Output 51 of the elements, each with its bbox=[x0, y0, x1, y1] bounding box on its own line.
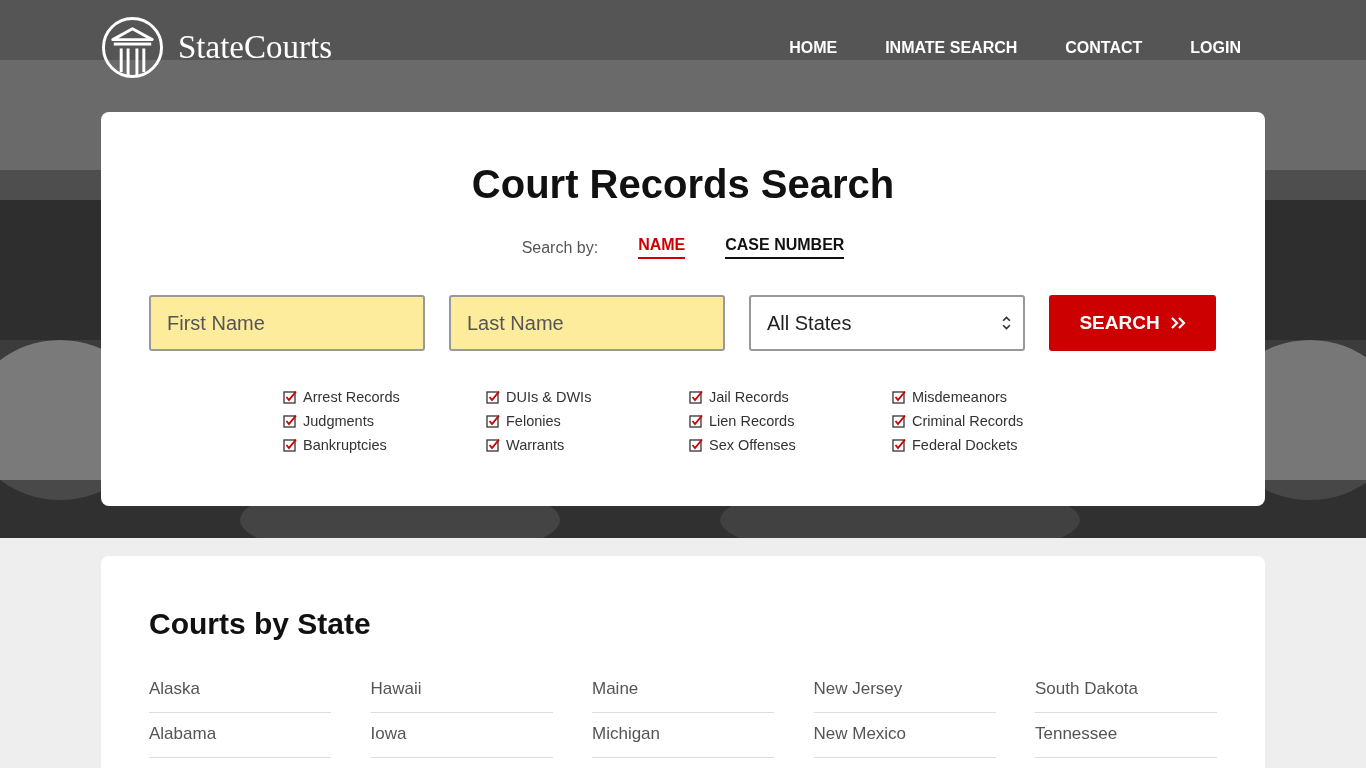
name-input-field[interactable]: Last Name bbox=[449, 295, 725, 351]
name-input-field[interactable]: First Name bbox=[149, 295, 425, 351]
nav-link[interactable]: LOGIN bbox=[1190, 38, 1241, 58]
record-type-label: Sex Offenses bbox=[709, 437, 796, 453]
state-link[interactable]: Tennessee bbox=[1035, 713, 1217, 758]
checkbox-icon[interactable] bbox=[486, 414, 500, 428]
double-chevron-icon bbox=[1169, 316, 1186, 330]
state-link[interactable]: Hawaii bbox=[370, 668, 553, 713]
record-type-label: Jail Records bbox=[709, 389, 789, 405]
record-type-label: Bankruptcies bbox=[303, 437, 387, 453]
checkbox-icon[interactable] bbox=[892, 438, 906, 452]
checkbox-icon[interactable] bbox=[689, 390, 703, 404]
record-type-label: Lien Records bbox=[709, 413, 795, 429]
record-type-label: Federal Dockets bbox=[912, 437, 1018, 453]
checkbox-icon[interactable] bbox=[892, 390, 906, 404]
site-logo-text[interactable]: StateCourts bbox=[178, 29, 332, 66]
state-select[interactable]: All States bbox=[749, 295, 1025, 351]
checkbox-icon[interactable] bbox=[689, 438, 703, 452]
checkbox-icon[interactable] bbox=[283, 438, 297, 452]
search-tab[interactable]: NAME bbox=[638, 236, 686, 259]
checkbox-icon[interactable] bbox=[283, 390, 297, 404]
state-link[interactable]: Iowa bbox=[370, 713, 553, 758]
search-tab[interactable]: CASE NUMBER bbox=[725, 236, 845, 259]
state-link[interactable]: New Jersey bbox=[813, 668, 996, 713]
record-type-label: Arrest Records bbox=[303, 389, 400, 405]
state-link[interactable]: Alaska bbox=[149, 668, 331, 713]
state-link[interactable]: South Dakota bbox=[1035, 668, 1217, 713]
nav-link[interactable]: CONTACT bbox=[1065, 38, 1143, 58]
record-type-label: Misdemeanors bbox=[912, 389, 1008, 405]
state-link[interactable]: Maine bbox=[592, 668, 774, 713]
record-type-label: Felonies bbox=[506, 413, 561, 429]
record-type-label: Criminal Records bbox=[912, 413, 1024, 429]
record-type-label: DUIs & DWIs bbox=[506, 389, 592, 405]
checkbox-icon[interactable] bbox=[689, 414, 703, 428]
checkbox-icon[interactable] bbox=[486, 390, 500, 404]
search-button[interactable]: SEARCH bbox=[1049, 295, 1216, 351]
search-by-label: Search by: bbox=[521, 238, 599, 257]
nav-link[interactable]: INMATE SEARCH bbox=[885, 38, 1018, 58]
nav-link[interactable]: HOME bbox=[789, 38, 838, 58]
checkbox-icon[interactable] bbox=[486, 438, 500, 452]
checkbox-icon[interactable] bbox=[892, 414, 906, 428]
courthouse-logo-icon[interactable] bbox=[101, 16, 164, 79]
checkbox-icon[interactable] bbox=[283, 414, 297, 428]
search-title: Court Records Search bbox=[470, 161, 896, 208]
record-type-label: Judgments bbox=[303, 413, 374, 429]
record-type-label: Warrants bbox=[506, 437, 565, 453]
state-link[interactable]: Michigan bbox=[592, 713, 774, 758]
state-link[interactable]: New Mexico bbox=[813, 713, 996, 758]
section-title: Courts by State bbox=[149, 606, 372, 642]
up-down-caret-icon bbox=[1002, 315, 1011, 331]
state-link[interactable]: Alabama bbox=[149, 713, 331, 758]
